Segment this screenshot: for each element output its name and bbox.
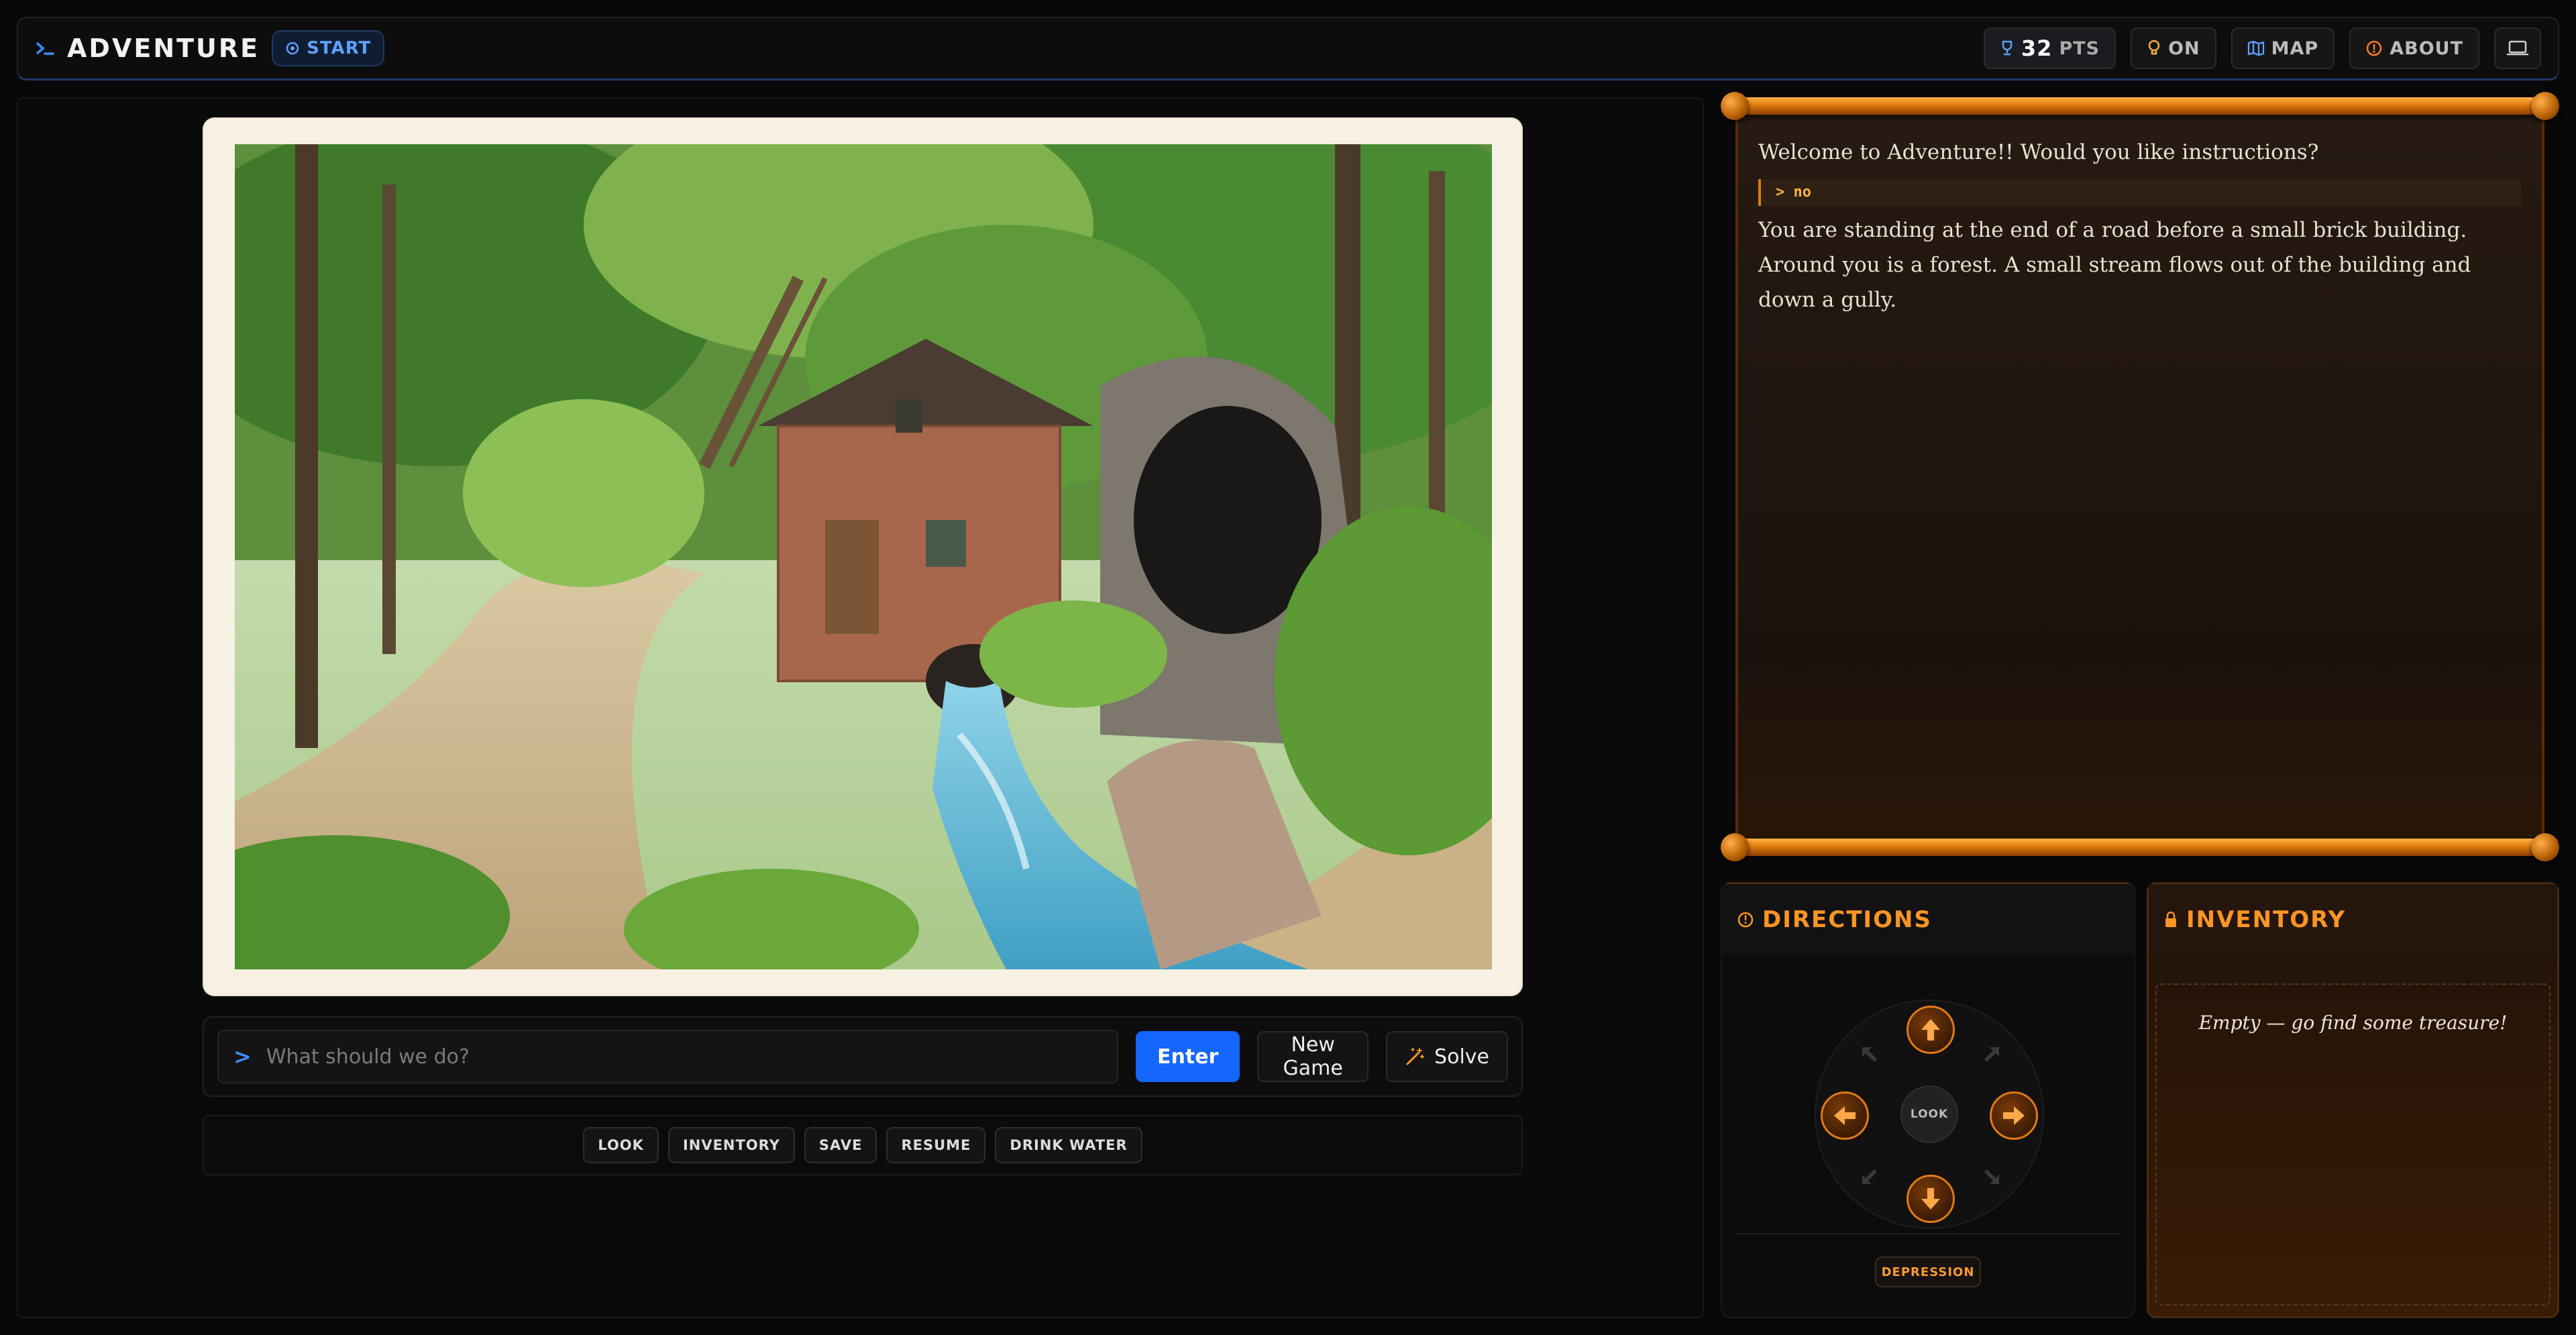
go-southwest-button[interactable] (1855, 1162, 1884, 1191)
command-input-wrapper: > (217, 1030, 1118, 1083)
new-game-button[interactable]: New Game (1257, 1031, 1369, 1082)
enter-button[interactable]: Enter (1136, 1031, 1240, 1082)
inventory-title: INVENTORY (2186, 906, 2347, 933)
magic-wand-icon (1406, 1048, 1425, 1065)
map-icon (2247, 40, 2264, 56)
terminal-icon (35, 38, 55, 58)
arrow-southwest-icon (1862, 1169, 1877, 1184)
location-badge-label: START (307, 38, 372, 58)
app-title: ADVENTURE (67, 34, 260, 63)
location-badge: START (272, 30, 385, 66)
look-button[interactable]: LOOK (1900, 1085, 1958, 1143)
scene-illustration (235, 144, 1492, 969)
compass-icon (1737, 912, 1754, 927)
brand: ADVENTURE START (35, 30, 385, 66)
arrow-northwest-icon (1862, 1047, 1877, 1062)
transcript-line: You are standing at the end of a road be… (1758, 218, 2467, 242)
about-label: ABOUT (2390, 38, 2463, 59)
quick-resume-button[interactable]: RESUME (886, 1127, 986, 1163)
command-input[interactable] (266, 1045, 1102, 1069)
arrow-southeast-icon (1984, 1169, 1999, 1184)
hint-toggle-button[interactable]: ON (2131, 28, 2216, 69)
score-value: 32 (2021, 36, 2053, 61)
inventory-empty-message: Empty — go find some treasure! (2198, 1012, 2508, 1034)
display-mode-button[interactable] (2494, 28, 2541, 69)
hint-toggle-label: ON (2168, 38, 2200, 59)
score-button[interactable]: 32 PTS (1983, 28, 2116, 69)
command-echo: > no (1758, 179, 2522, 206)
transcript-line: down a gully. (1758, 288, 1897, 312)
quick-look-button[interactable]: LOOK (583, 1127, 659, 1163)
directions-title: DIRECTIONS (1762, 906, 1932, 933)
game-view-panel: > Enter New Game Solve LOOK INVENTORY SA… (17, 97, 1704, 1318)
arrow-left-icon (1834, 1106, 1856, 1125)
arrow-right-icon (2003, 1106, 2025, 1125)
go-east-button[interactable] (1990, 1091, 2038, 1140)
go-southeast-button[interactable] (1977, 1162, 2006, 1191)
transcript-scroll: Welcome to Adventure!! Would you like in… (1721, 92, 2559, 861)
lock-icon (2165, 911, 2176, 927)
top-bar: ADVENTURE START 32 PTS ON MAP ABOUT (17, 17, 2559, 81)
quick-save-button[interactable]: SAVE (804, 1127, 877, 1163)
inventory-panel: INVENTORY Empty — go find some treasure! (2147, 882, 2559, 1318)
go-south-button[interactable] (1907, 1175, 1955, 1223)
transcript-line: Around you is a forest. A small stream f… (1758, 253, 2471, 277)
about-button[interactable]: ABOUT (2349, 28, 2479, 69)
map-button[interactable]: MAP (2231, 28, 2335, 69)
transcript-body[interactable]: Welcome to Adventure!! Would you like in… (1735, 115, 2544, 839)
laptop-icon (2506, 40, 2529, 56)
location-pin-icon (286, 42, 299, 55)
scroll-knob (2531, 833, 2559, 861)
lightbulb-icon (2148, 40, 2160, 55)
quick-actions: LOOK INVENTORY SAVE RESUME DRINK WATER (203, 1115, 1523, 1175)
inventory-list: Empty — go find some treasure! (2155, 983, 2551, 1305)
arrow-northeast-icon (1984, 1047, 1999, 1062)
directions-header: DIRECTIONS (1722, 884, 2134, 955)
divider (1735, 1233, 2122, 1234)
directions-panel: DIRECTIONS LOOK DEPRESSION (1721, 882, 2135, 1318)
quick-inventory-button[interactable]: INVENTORY (667, 1127, 795, 1163)
prompt-indicator: > (233, 1044, 252, 1069)
current-location-chip: DEPRESSION (1875, 1257, 1981, 1287)
scroll-knob (2531, 92, 2559, 120)
command-bar: > Enter New Game Solve (203, 1016, 1523, 1097)
go-northeast-button[interactable] (1977, 1040, 2006, 1069)
go-northwest-button[interactable] (1855, 1040, 1884, 1069)
map-label: MAP (2271, 38, 2319, 59)
inventory-header: INVENTORY (2149, 884, 2557, 955)
scroll-rod-top (1727, 97, 2553, 115)
scene-frame (203, 117, 1523, 996)
scroll-knob (1721, 833, 1749, 861)
header-actions: 32 PTS ON MAP ABOUT (1983, 28, 2541, 69)
arrow-up-icon (1921, 1019, 1940, 1040)
score-unit: PTS (2059, 38, 2100, 59)
arrow-down-icon (1921, 1188, 1940, 1210)
go-north-button[interactable] (1907, 1006, 1955, 1054)
scroll-rod-bottom (1727, 839, 2553, 856)
go-west-button[interactable] (1821, 1091, 1869, 1140)
compass-rose: LOOK (1815, 1000, 2044, 1229)
quick-drink-water-button[interactable]: DRINK WATER (995, 1127, 1142, 1163)
trophy-icon (2002, 40, 2012, 56)
info-icon (2366, 40, 2382, 56)
solve-button[interactable]: Solve (1386, 1031, 1508, 1082)
new-game-label: New Game (1283, 1033, 1343, 1080)
transcript-line: Welcome to Adventure!! Would you like in… (1758, 140, 2319, 164)
solve-label: Solve (1434, 1045, 1489, 1069)
scroll-knob (1721, 92, 1749, 120)
